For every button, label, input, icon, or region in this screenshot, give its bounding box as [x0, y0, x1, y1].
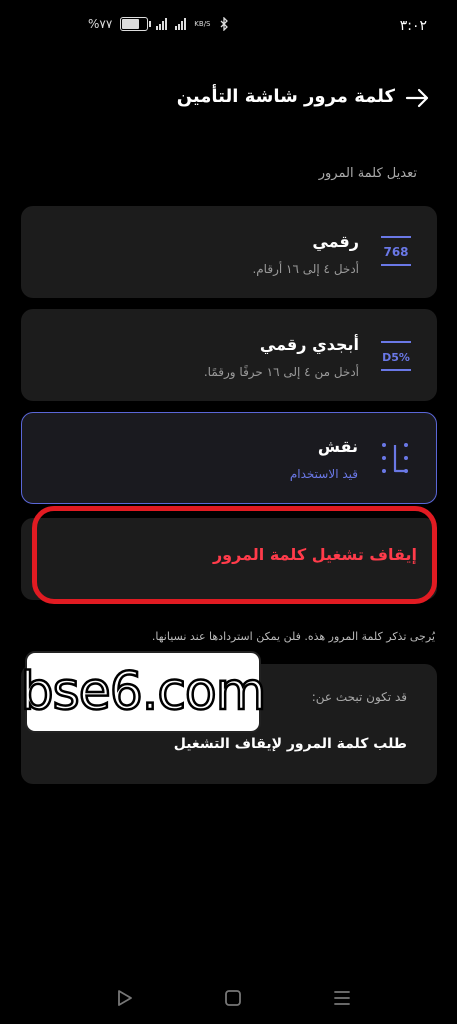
watermark-text: bse6.com	[19, 661, 267, 724]
clock: ٣:٠٢	[399, 18, 427, 34]
numeric-icon: 768	[381, 236, 411, 266]
option-alphanumeric[interactable]: أبجدي رقمي أدخل من ٤ إلى ١٦ حرفًا ورقمًا…	[21, 309, 437, 401]
pattern-icon	[382, 443, 408, 473]
system-nav-bar	[0, 980, 457, 1016]
home-icon[interactable]	[221, 986, 245, 1010]
suggestions-heading: قد تكون تبحث عن:	[311, 690, 407, 704]
svg-text:D5%: D5%	[382, 351, 410, 364]
page-title: كلمة مرور شاشة التأمين	[176, 86, 395, 107]
svg-text:768: 768	[383, 245, 408, 259]
status-bar: %٧٧ KB/S ٣:٠٢	[0, 0, 457, 58]
turn-off-password-button[interactable]: إيقاف تشغيل كلمة المرور	[213, 545, 417, 564]
suggestion-link[interactable]: طلب كلمة المرور لإيقاف التشغيل	[174, 736, 407, 752]
option-status: قيد الاستخدام	[289, 467, 358, 481]
option-subtitle: أدخل من ٤ إلى ١٦ حرفًا ورقمًا.	[203, 365, 359, 379]
back-triangle-icon[interactable]	[112, 986, 136, 1010]
network-speed: KB/S	[194, 20, 211, 28]
signal-icon	[156, 18, 168, 30]
menu-icon[interactable]	[330, 986, 354, 1010]
page-header: كلمة مرور شاشة التأمين	[0, 80, 457, 120]
option-subtitle: أدخل ٤ إلى ١٦ أرقام.	[252, 262, 359, 276]
bluetooth-icon	[220, 17, 228, 31]
password-reminder-note: يُرجى تذكر كلمة المرور هذه. فلن يمكن است…	[151, 630, 435, 643]
option-title: أبجدي رقمي	[259, 335, 359, 354]
option-title: نقش	[317, 437, 358, 456]
battery-percent: %٧٧	[88, 17, 113, 31]
alphanumeric-icon: D5%	[381, 341, 411, 371]
watermark-logo: bse6.com	[19, 651, 268, 733]
section-label: تعديل كلمة المرور	[318, 166, 417, 181]
option-pattern[interactable]: نقش قيد الاستخدام	[21, 412, 437, 504]
option-numeric[interactable]: رقمي أدخل ٤ إلى ١٦ أرقام. 768	[21, 206, 437, 298]
arrow-right-icon[interactable]	[403, 84, 431, 112]
battery-icon	[120, 17, 152, 31]
signal-icon-2	[175, 18, 187, 30]
option-title: رقمي	[312, 232, 359, 251]
status-icons: %٧٧ KB/S	[88, 17, 229, 31]
